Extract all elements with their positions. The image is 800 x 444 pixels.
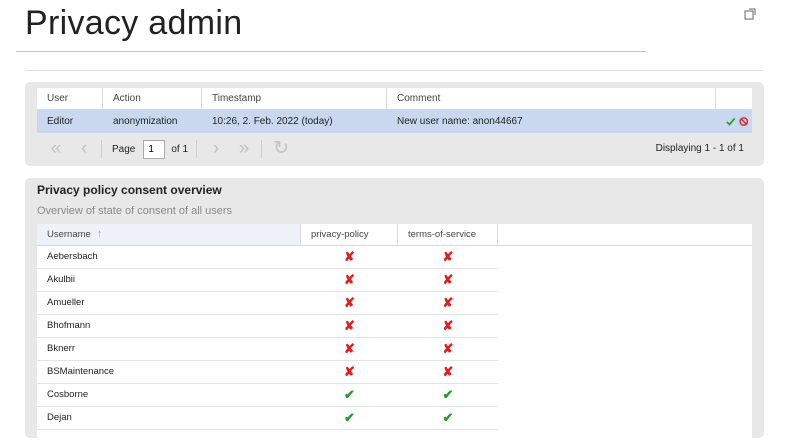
cell-username: Akulbii (47, 274, 75, 285)
log-grid: User Action Timestamp Comment Editor ano… (37, 88, 752, 133)
column-header-user[interactable]: User (37, 88, 103, 109)
last-page-icon[interactable]: » (235, 136, 253, 162)
table-row[interactable]: Editor anonymization 10:26, 2. Feb. 2022… (37, 110, 752, 133)
cell-username: Dejan (47, 412, 72, 423)
consent-panel: Privacy policy consent overview Overview… (25, 178, 764, 444)
consented-icon: ✔ (344, 410, 355, 425)
pager-separator (196, 140, 198, 158)
consented-icon: ✔ (442, 387, 454, 402)
column-header-username[interactable]: Username ↑ (37, 224, 301, 245)
table-row[interactable]: BSMaintenance ✘ ✘ (37, 361, 498, 384)
column-header-filler (498, 224, 752, 245)
table-row[interactable]: Amueller ✘ ✘ (37, 292, 498, 315)
not-consented-icon: ✘ (442, 249, 454, 264)
cell-username: Amueller (47, 297, 85, 308)
cell-username: BSMaintenance (47, 366, 115, 377)
not-consented-icon: ✘ (442, 272, 454, 287)
column-header-username-label: Username (47, 229, 91, 240)
column-header-terms-of-service[interactable]: terms-of-service (398, 224, 498, 245)
title-underline (16, 51, 646, 52)
page-number-input[interactable] (143, 139, 166, 159)
not-consented-icon: ✘ (344, 318, 355, 333)
not-consented-icon: ✘ (442, 341, 454, 356)
consent-title: Privacy policy consent overview (37, 183, 222, 197)
table-row[interactable]: Cosborne ✔ ✔ (37, 384, 498, 407)
not-consented-icon: ✘ (344, 364, 355, 379)
first-page-icon[interactable]: « (47, 136, 65, 162)
cell-comment: New user name: anon44667 (397, 116, 523, 127)
consented-icon: ✔ (442, 410, 454, 425)
column-header-actions (716, 88, 752, 109)
not-consented-icon: ✘ (442, 364, 454, 379)
expand-icon[interactable] (744, 8, 756, 20)
cell-username: Aebersbach (47, 251, 98, 262)
cell-user: Editor (47, 116, 74, 127)
consented-icon: ✔ (344, 387, 355, 402)
cancel-icon[interactable] (738, 116, 749, 127)
pager: « ‹ Page of 1 › » ↻ Displaying 1 - 1 of … (37, 136, 752, 162)
pager-separator (261, 140, 263, 158)
cell-action: anonymization (113, 116, 178, 127)
column-header-comment[interactable]: Comment (387, 88, 716, 109)
cell-row-actions (716, 110, 752, 133)
not-consented-icon: ✘ (344, 341, 355, 356)
cell-username: Bknerr (47, 343, 75, 354)
table-row[interactable]: Dejan ✔ ✔ (37, 407, 498, 430)
table-row[interactable]: Bhofmann ✘ ✘ (37, 315, 498, 338)
table-row[interactable]: Bknerr ✘ ✘ (37, 338, 498, 361)
not-consented-icon: ✘ (442, 318, 454, 333)
log-grid-header: User Action Timestamp Comment (37, 88, 752, 110)
divider (25, 70, 763, 71)
sort-ascending-icon[interactable]: ↑ (97, 228, 103, 240)
column-header-timestamp[interactable]: Timestamp (202, 88, 387, 109)
not-consented-icon: ✘ (442, 295, 454, 310)
refresh-icon[interactable]: ↻ (272, 136, 290, 162)
not-consented-icon: ✘ (344, 272, 355, 287)
column-header-privacy-policy[interactable]: privacy-policy (301, 224, 398, 245)
consent-subtitle: Overview of state of consent of all user… (37, 205, 233, 217)
consent-grid-header: Username ↑ privacy-policy terms-of-servic… (37, 224, 752, 246)
consent-grid: Username ↑ privacy-policy terms-of-servic… (37, 224, 752, 444)
table-row[interactable]: Akulbii ✘ ✘ (37, 269, 498, 292)
prev-page-icon[interactable]: ‹ (75, 136, 93, 162)
page-count: of 1 (171, 143, 189, 155)
log-panel: User Action Timestamp Comment Editor ano… (25, 82, 764, 166)
not-consented-icon: ✘ (344, 295, 355, 310)
pager-separator (101, 140, 102, 158)
cell-timestamp: 10:26, 2. Feb. 2022 (today) (212, 116, 333, 127)
cell-username: Cosborne (47, 389, 89, 400)
not-consented-icon: ✘ (344, 249, 355, 264)
page-label: Page (112, 143, 136, 155)
table-row[interactable]: Aebersbach ✘ ✘ (37, 246, 498, 269)
column-header-action[interactable]: Action (103, 88, 202, 109)
approve-icon[interactable] (726, 116, 736, 127)
next-page-icon[interactable]: › (207, 136, 225, 162)
paging-display-text: Displaying 1 - 1 of 1 (655, 143, 744, 154)
cell-username: Bhofmann (47, 320, 91, 331)
page-title: Privacy admin (25, 4, 243, 42)
